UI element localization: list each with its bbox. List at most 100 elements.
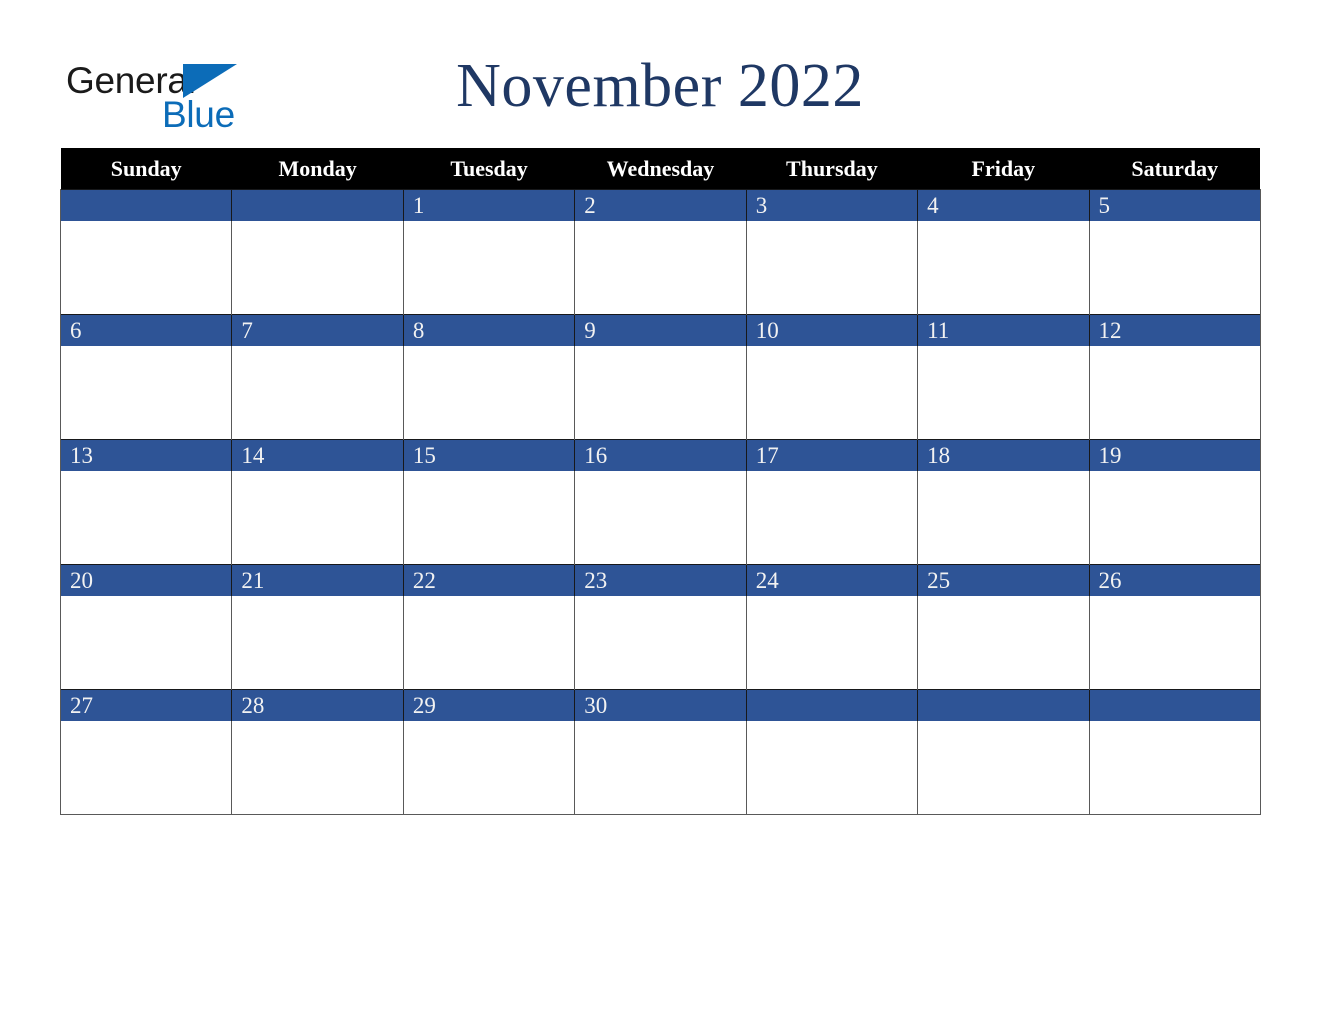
date-cell[interactable]: 15 xyxy=(402,439,576,471)
note-cell[interactable] xyxy=(402,596,576,690)
note-cell[interactable] xyxy=(231,471,404,565)
dow-header-wednesday: Wednesday xyxy=(574,148,747,190)
date-cell[interactable]: 19 xyxy=(1088,439,1261,471)
date-cell[interactable]: 23 xyxy=(574,564,747,596)
note-cell[interactable] xyxy=(402,721,576,815)
note-cell[interactable] xyxy=(59,221,233,315)
date-cell[interactable]: 2 xyxy=(574,189,747,221)
note-cell[interactable] xyxy=(59,596,233,690)
day-number: 14 xyxy=(241,443,265,468)
note-cell[interactable] xyxy=(917,346,1090,440)
date-cell[interactable]: 26 xyxy=(1088,564,1261,596)
date-cell[interactable] xyxy=(1088,689,1261,721)
date-cell[interactable] xyxy=(917,689,1090,721)
date-cell[interactable]: 20 xyxy=(59,564,233,596)
date-cell[interactable]: 4 xyxy=(917,189,1090,221)
note-cell[interactable] xyxy=(1088,346,1261,440)
note-cell[interactable] xyxy=(574,596,747,690)
note-cell[interactable] xyxy=(745,721,919,815)
note-cell[interactable] xyxy=(745,471,919,565)
date-cell[interactable]: 6 xyxy=(59,314,233,346)
note-cell[interactable] xyxy=(231,221,404,315)
dow-header-saturday: Saturday xyxy=(1089,148,1261,190)
day-number: 18 xyxy=(927,443,951,468)
note-cell[interactable] xyxy=(1088,471,1261,565)
date-cell[interactable]: 21 xyxy=(231,564,404,596)
date-cell[interactable]: 16 xyxy=(574,439,747,471)
dow-header-tuesday: Tuesday xyxy=(403,148,575,190)
notes-row xyxy=(59,346,1261,440)
date-cell[interactable]: 1 xyxy=(402,189,576,221)
date-cell[interactable]: 3 xyxy=(745,189,919,221)
date-cell[interactable]: 18 xyxy=(917,439,1090,471)
notes-row xyxy=(59,596,1261,690)
note-cell[interactable] xyxy=(402,221,576,315)
notes-row xyxy=(59,221,1261,315)
note-cell[interactable] xyxy=(574,721,747,815)
day-number: 19 xyxy=(1098,443,1122,468)
dow-header-sunday: Sunday xyxy=(60,148,232,190)
note-cell[interactable] xyxy=(574,471,747,565)
day-number: 23 xyxy=(584,568,608,593)
note-cell[interactable] xyxy=(745,346,919,440)
notes-row xyxy=(59,721,1261,815)
date-cell[interactable] xyxy=(231,189,404,221)
date-cell[interactable]: 9 xyxy=(574,314,747,346)
date-cell[interactable]: 5 xyxy=(1088,189,1261,221)
note-cell[interactable] xyxy=(745,596,919,690)
date-cell[interactable]: 22 xyxy=(402,564,576,596)
day-number: 1 xyxy=(412,193,425,218)
date-cell[interactable]: 10 xyxy=(745,314,919,346)
date-cell[interactable]: 28 xyxy=(231,689,404,721)
date-band-row: 27 28 29 30 xyxy=(59,689,1261,721)
date-cell[interactable]: 24 xyxy=(745,564,919,596)
note-cell[interactable] xyxy=(1088,221,1261,315)
note-cell[interactable] xyxy=(59,471,233,565)
note-cell[interactable] xyxy=(231,346,404,440)
day-number: 17 xyxy=(755,443,779,468)
date-cell[interactable]: 17 xyxy=(745,439,919,471)
date-cell[interactable]: 29 xyxy=(402,689,576,721)
note-cell[interactable] xyxy=(231,596,404,690)
date-cell[interactable]: 12 xyxy=(1088,314,1261,346)
note-cell[interactable] xyxy=(231,721,404,815)
notes-row xyxy=(59,471,1261,565)
date-band-row: 20 21 22 23 24 25 26 xyxy=(59,564,1261,596)
date-band-row: 1 2 3 4 5 xyxy=(59,189,1261,221)
page-header: General Blue November 2022 xyxy=(0,0,1320,148)
day-number: 30 xyxy=(584,693,608,718)
note-cell[interactable] xyxy=(917,471,1090,565)
date-cell[interactable]: 25 xyxy=(917,564,1090,596)
day-number: 12 xyxy=(1098,318,1122,343)
note-cell[interactable] xyxy=(574,346,747,440)
note-cell[interactable] xyxy=(59,346,233,440)
day-number: 9 xyxy=(584,318,596,343)
date-cell[interactable] xyxy=(745,689,919,721)
day-number: 10 xyxy=(755,318,779,343)
note-cell[interactable] xyxy=(745,221,919,315)
day-number: 13 xyxy=(70,443,93,468)
note-cell[interactable] xyxy=(59,721,233,815)
date-cell[interactable]: 13 xyxy=(59,439,233,471)
day-number: 7 xyxy=(241,318,253,343)
note-cell[interactable] xyxy=(917,721,1090,815)
note-cell[interactable] xyxy=(1088,596,1261,690)
note-cell[interactable] xyxy=(402,346,576,440)
note-cell[interactable] xyxy=(402,471,576,565)
note-cell[interactable] xyxy=(574,221,747,315)
date-cell[interactable]: 27 xyxy=(59,689,233,721)
date-cell[interactable]: 14 xyxy=(231,439,404,471)
date-cell[interactable]: 11 xyxy=(917,314,1090,346)
note-cell[interactable] xyxy=(1088,721,1261,815)
date-cell[interactable]: 8 xyxy=(402,314,576,346)
note-cell[interactable] xyxy=(917,221,1090,315)
day-number: 22 xyxy=(412,568,436,593)
date-cell[interactable]: 7 xyxy=(231,314,404,346)
day-number: 4 xyxy=(927,193,939,218)
page-title: November 2022 xyxy=(456,52,864,120)
date-cell[interactable] xyxy=(59,189,233,221)
day-number: 24 xyxy=(755,568,779,593)
day-number: 29 xyxy=(412,693,436,718)
note-cell[interactable] xyxy=(917,596,1090,690)
date-cell[interactable]: 30 xyxy=(574,689,747,721)
